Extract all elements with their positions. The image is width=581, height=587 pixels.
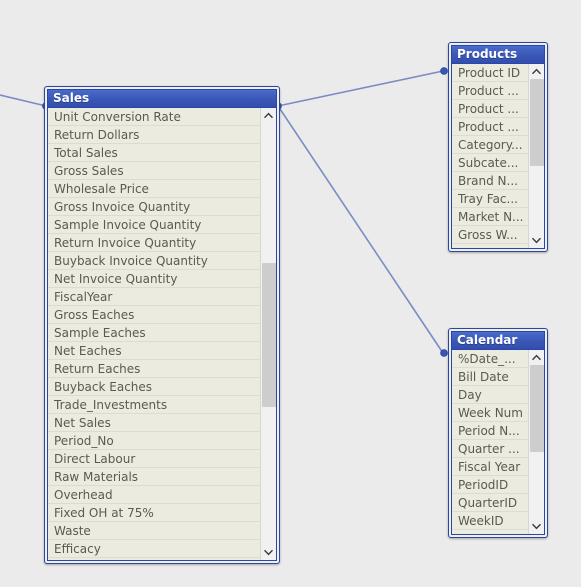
chevron-up-icon[interactable] <box>261 108 276 123</box>
field-item[interactable]: %Date_... <box>452 350 528 368</box>
field-item[interactable]: Gross Sales <box>48 162 260 180</box>
field-item[interactable]: Gross Invoice Quantity <box>48 198 260 216</box>
table-frame: Calendar %Date_... Bill Date Day Week Num Per… <box>451 331 545 535</box>
field-item[interactable]: Waste <box>48 522 260 540</box>
field-item[interactable]: QuarterID <box>452 494 528 512</box>
vertical-scrollbar-calendar[interactable] <box>528 350 544 534</box>
field-item[interactable]: Direct Labour <box>48 450 260 468</box>
field-item[interactable]: Product ... <box>452 118 528 136</box>
field-item[interactable]: Net Invoice Quantity <box>48 270 260 288</box>
field-item[interactable]: Day <box>452 386 528 404</box>
field-item[interactable] <box>48 558 260 560</box>
field-item[interactable]: Return Eaches <box>48 360 260 378</box>
field-item[interactable]: Return Invoice Quantity <box>48 234 260 252</box>
field-list-calendar[interactable]: %Date_... Bill Date Day Week Num Period N...… <box>452 350 528 534</box>
vertical-scrollbar-sales[interactable] <box>260 108 276 560</box>
field-item[interactable]: Net Eaches <box>48 342 260 360</box>
table-body: Unit Conversion Rate Return Dollars Total … <box>48 107 276 560</box>
table-title-products[interactable]: Products <box>452 46 544 63</box>
field-item[interactable]: Efficacy <box>48 540 260 558</box>
field-item[interactable]: WeekID <box>452 512 528 530</box>
field-list-sales[interactable]: Unit Conversion Rate Return Dollars Total … <box>48 108 260 560</box>
field-item[interactable]: Total Sales <box>48 144 260 162</box>
field-item[interactable]: Return Dollars <box>48 126 260 144</box>
field-item[interactable]: Product ID <box>452 64 528 82</box>
relationship-line[interactable] <box>277 105 444 354</box>
field-item[interactable]: Fixed OH at 75% <box>48 504 260 522</box>
relationship-line[interactable] <box>0 94 47 107</box>
field-item[interactable]: Brand N... <box>452 172 528 190</box>
table-body: %Date_... Bill Date Day Week Num Period N...… <box>452 349 544 534</box>
field-item[interactable]: Tray Fac... <box>452 190 528 208</box>
table-window-products[interactable]: Products Product ID Product ... Product ...… <box>448 42 548 252</box>
field-item[interactable]: Product ... <box>452 100 528 118</box>
field-item[interactable]: Period N... <box>452 422 528 440</box>
scrollbar-thumb[interactable] <box>262 262 276 408</box>
table-frame: Products Product ID Product ... Product ...… <box>451 45 545 249</box>
field-item[interactable]: Week Num <box>452 404 528 422</box>
scrollbar-thumb[interactable] <box>530 79 544 167</box>
table-window-calendar[interactable]: Calendar %Date_... Bill Date Day Week Num Per… <box>448 328 548 538</box>
field-item[interactable]: Buyback Eaches <box>48 378 260 396</box>
relationship-endpoint[interactable] <box>440 349 448 357</box>
chevron-down-icon[interactable] <box>529 233 544 248</box>
scrollbar-thumb[interactable] <box>530 365 544 453</box>
table-frame: Sales Unit Conversion Rate Return Dollars T… <box>47 89 277 561</box>
field-item[interactable]: Bill Date <box>452 368 528 386</box>
field-item[interactable]: Gross W... <box>452 226 528 244</box>
vertical-scrollbar-products[interactable] <box>528 64 544 248</box>
field-item[interactable]: Fiscal Year <box>452 458 528 476</box>
chevron-up-icon[interactable] <box>529 64 544 79</box>
chevron-up-icon[interactable] <box>529 350 544 365</box>
field-item[interactable]: Subcate... <box>452 154 528 172</box>
field-item[interactable]: Net Sales <box>48 414 260 432</box>
field-item[interactable]: FiscalYear <box>48 288 260 306</box>
table-title-sales[interactable]: Sales <box>48 90 276 107</box>
table-body: Product ID Product ... Product ... Product … <box>452 63 544 248</box>
field-item[interactable]: Market N... <box>452 208 528 226</box>
relationship-endpoint[interactable] <box>440 67 448 75</box>
chevron-down-icon[interactable] <box>529 519 544 534</box>
field-item[interactable]: Sample Invoice Quantity <box>48 216 260 234</box>
relationship-diagram-canvas: Sales Unit Conversion Rate Return Dollars T… <box>0 0 581 587</box>
field-item[interactable]: Wholesale Price <box>48 180 260 198</box>
field-item[interactable]: Category... <box>452 136 528 154</box>
field-list-products[interactable]: Product ID Product ... Product ... Product … <box>452 64 528 248</box>
table-window-sales[interactable]: Sales Unit Conversion Rate Return Dollars T… <box>44 86 280 564</box>
field-item[interactable]: Product ... <box>452 82 528 100</box>
field-item[interactable]: Overhead <box>48 486 260 504</box>
field-item[interactable]: Trade_Investments <box>48 396 260 414</box>
chevron-down-icon[interactable] <box>261 545 276 560</box>
field-item[interactable]: Buyback Invoice Quantity <box>48 252 260 270</box>
table-title-calendar[interactable]: Calendar <box>452 332 544 349</box>
field-item[interactable]: Quarter ... <box>452 440 528 458</box>
field-item[interactable]: PeriodID <box>452 476 528 494</box>
field-item[interactable]: Raw Materials <box>48 468 260 486</box>
relationship-line[interactable] <box>277 70 444 107</box>
field-item[interactable]: Period_No <box>48 432 260 450</box>
field-item[interactable]: Gross Eaches <box>48 306 260 324</box>
field-item[interactable]: Sample Eaches <box>48 324 260 342</box>
field-item[interactable]: Unit Conversion Rate <box>48 108 260 126</box>
